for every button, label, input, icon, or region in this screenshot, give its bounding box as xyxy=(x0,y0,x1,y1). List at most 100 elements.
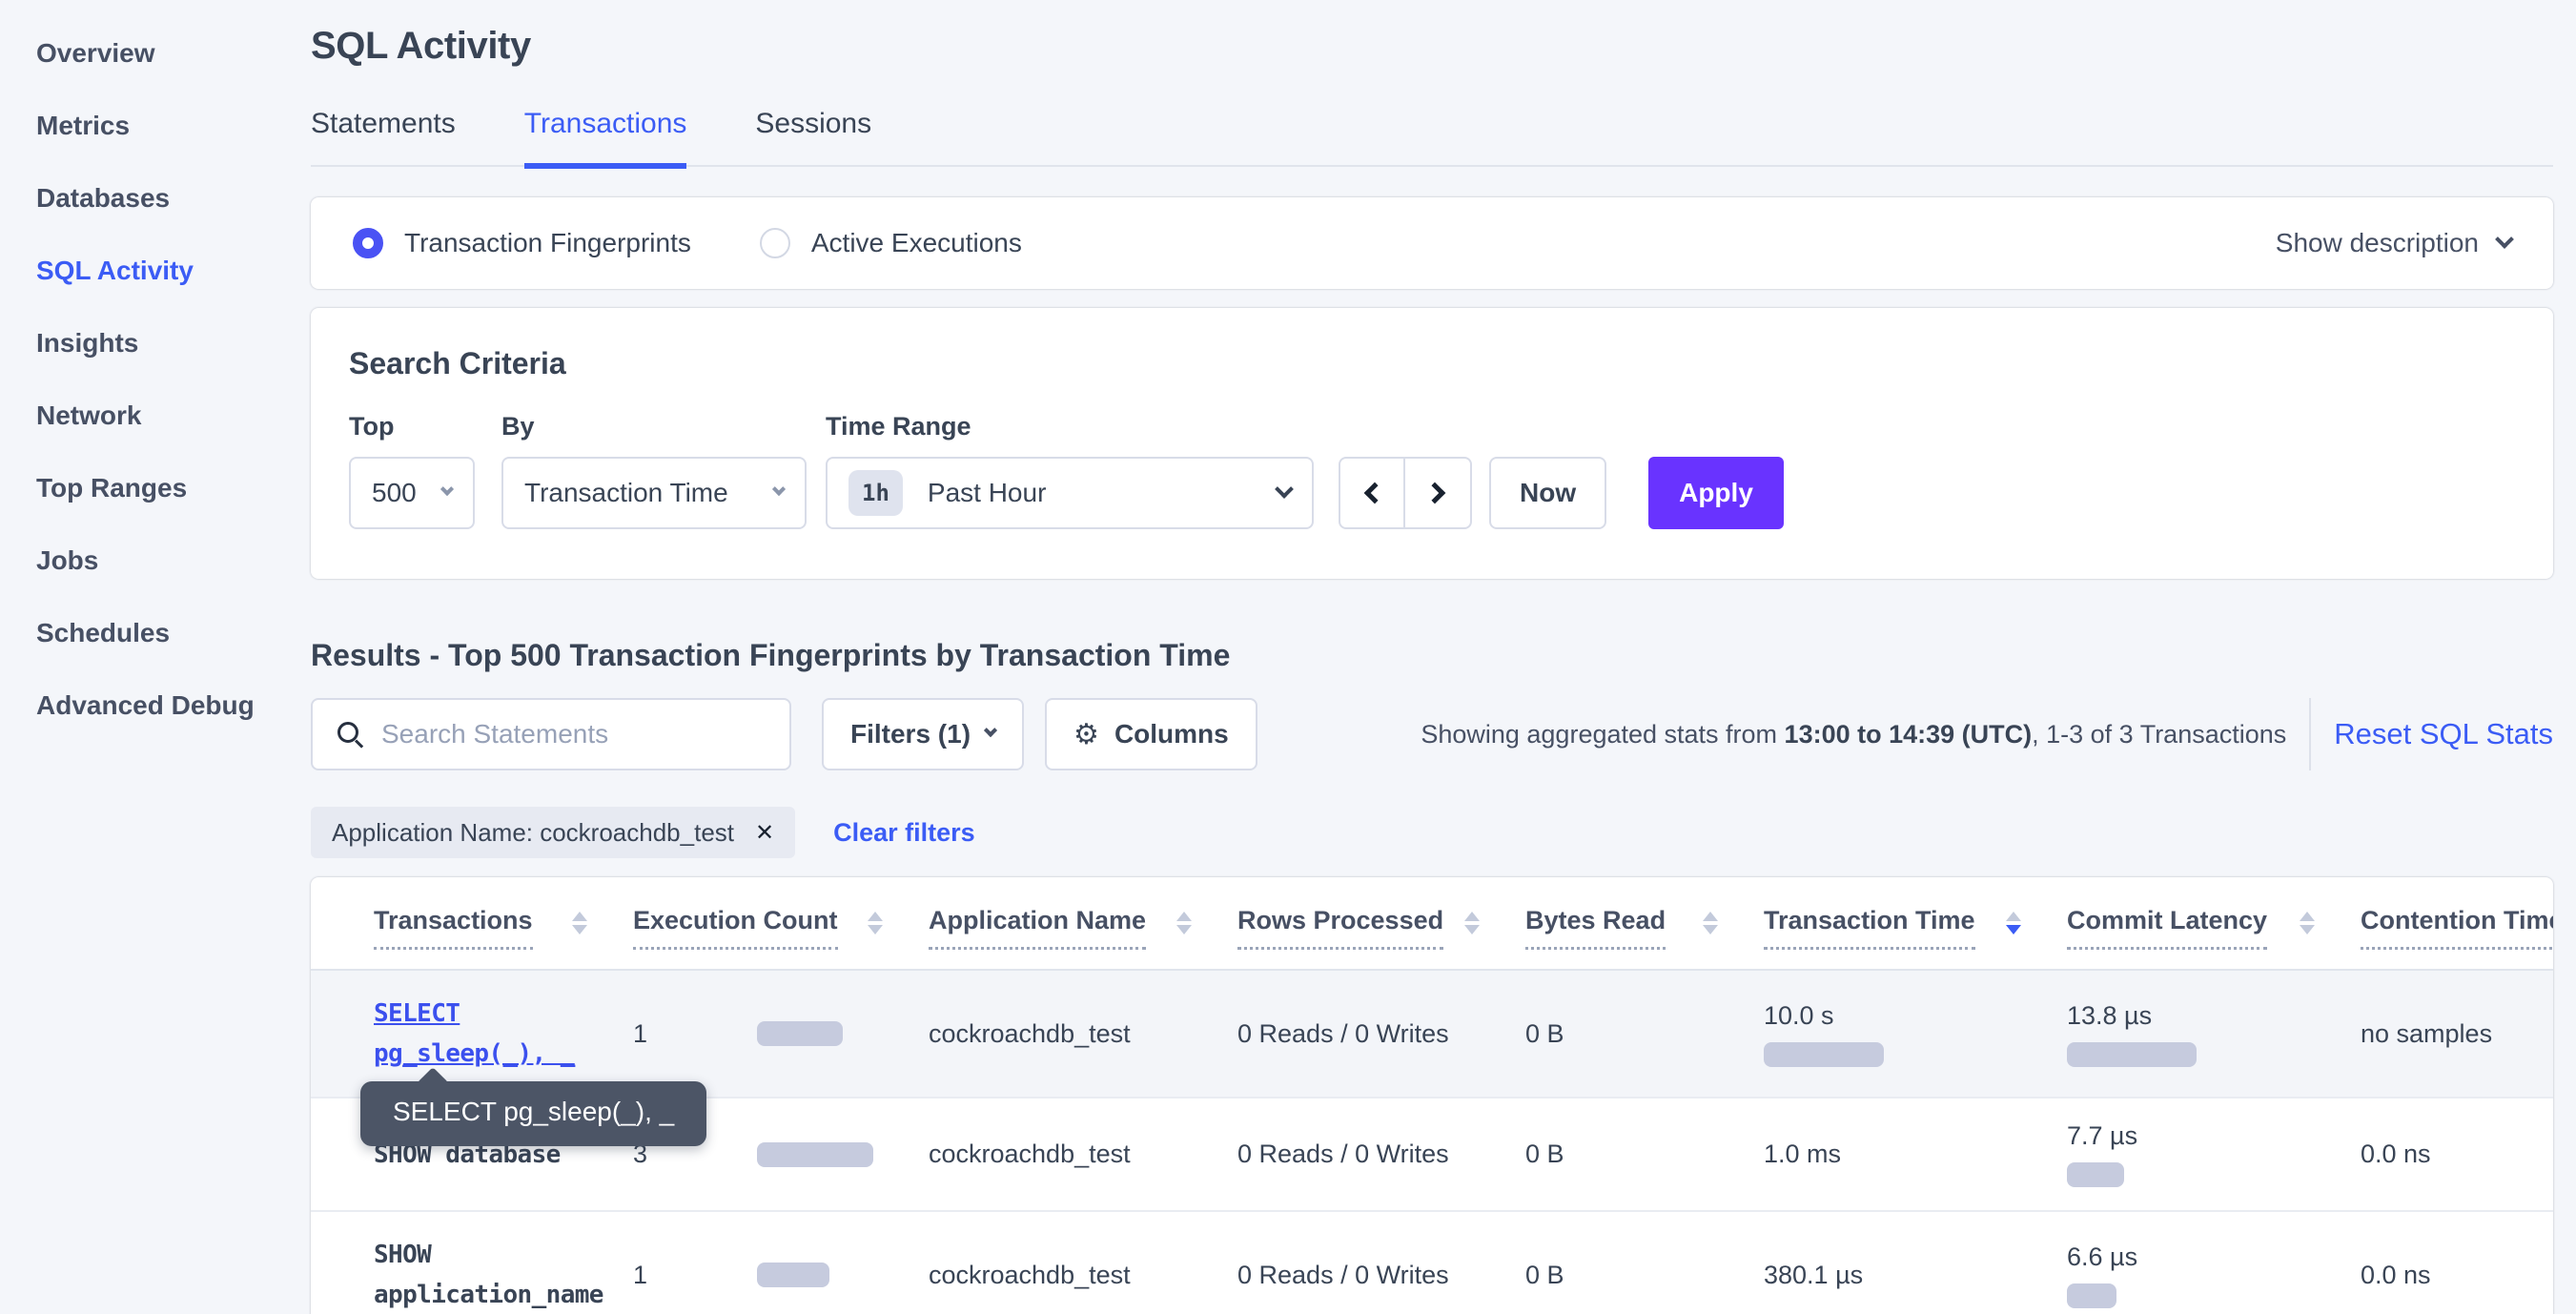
radio-active-executions[interactable]: Active Executions xyxy=(760,228,1022,258)
sidebar: Overview Metrics Databases SQL Activity … xyxy=(0,0,288,1314)
results-toolbar: Filters (1) ⚙ Columns Showing aggregated… xyxy=(311,698,2553,770)
results-heading: Results - Top 500 Transaction Fingerprin… xyxy=(311,638,2553,673)
main-content: SQL Activity Statements Transactions Ses… xyxy=(288,0,2576,1314)
execution-count-cell: 1 xyxy=(633,1261,929,1290)
contention-time-cell: 0.0 ns xyxy=(2361,1261,2553,1290)
search-criteria-card: Search Criteria Top 500 By Transaction T… xyxy=(311,308,2553,579)
column-header-bytes-read[interactable]: Bytes Read xyxy=(1525,906,1764,965)
sort-icon xyxy=(1464,906,1480,934)
execution-count-bar xyxy=(757,1263,829,1287)
search-input[interactable] xyxy=(381,719,767,749)
sql-activity-page: Overview Metrics Databases SQL Activity … xyxy=(0,0,2576,1314)
transaction-fingerprint-link[interactable]: SELECT pg_sleep(_), _ xyxy=(374,994,633,1074)
by-select[interactable]: Transaction Time xyxy=(501,457,807,529)
sidebar-item-jobs[interactable]: Jobs xyxy=(0,524,288,597)
table-header-row: Transactions Execution Count Application… xyxy=(311,877,2553,971)
radio-transaction-fingerprints[interactable]: Transaction Fingerprints xyxy=(353,228,691,258)
sidebar-item-top-ranges[interactable]: Top Ranges xyxy=(0,452,288,524)
sidebar-item-insights[interactable]: Insights xyxy=(0,307,288,380)
chevron-down-icon xyxy=(984,724,997,737)
bytes-read-cell: 0 B xyxy=(1525,1139,1764,1169)
sort-icon xyxy=(1176,906,1192,934)
top-select[interactable]: 500 xyxy=(349,457,475,529)
filter-chip-label: Application Name: cockroachdb_test xyxy=(332,818,734,848)
table-row[interactable]: SHOW application_name 1 cockroachdb_test… xyxy=(311,1212,2553,1314)
application-name-cell: cockroachdb_test xyxy=(929,1139,1237,1169)
time-range-field: Time Range 1h Past Hour xyxy=(826,412,1339,529)
show-description-toggle[interactable]: Show description xyxy=(2276,228,2511,258)
transaction-time-cell: 10.0 s xyxy=(1764,1001,2067,1067)
chevron-left-icon xyxy=(1364,482,1386,504)
tab-transactions[interactable]: Transactions xyxy=(524,108,687,169)
filters-label: Filters (1) xyxy=(850,719,971,749)
vertical-divider xyxy=(2309,698,2311,770)
show-description-label: Show description xyxy=(2276,228,2479,258)
clear-filters-link[interactable]: Clear filters xyxy=(833,818,975,848)
page-title: SQL Activity xyxy=(311,0,2553,68)
search-box[interactable] xyxy=(311,698,791,770)
chevron-right-icon xyxy=(1424,482,1446,504)
sort-desc-icon xyxy=(2006,906,2021,934)
table-row[interactable]: SELECT pg_sleep(_), _ 1 cockroachdb_test… xyxy=(311,971,2553,1098)
commit-latency-bar xyxy=(2067,1042,2197,1067)
sidebar-item-network[interactable]: Network xyxy=(0,380,288,452)
filter-chip-application-name[interactable]: Application Name: cockroachdb_test ✕ xyxy=(311,807,795,858)
column-header-application-name[interactable]: Application Name xyxy=(929,906,1237,965)
column-header-transactions[interactable]: Transactions xyxy=(374,906,633,965)
application-name-cell: cockroachdb_test xyxy=(929,1261,1237,1290)
previous-time-button[interactable] xyxy=(1340,459,1405,527)
columns-button[interactable]: ⚙ Columns xyxy=(1045,698,1257,770)
next-time-button[interactable] xyxy=(1405,459,1470,527)
time-range-select[interactable]: 1h Past Hour xyxy=(826,457,1314,529)
by-field: By Transaction Time xyxy=(501,412,826,529)
aggregated-stats-text: Showing aggregated stats from 13:00 to 1… xyxy=(1421,720,2286,749)
tab-bar: Statements Transactions Sessions xyxy=(311,108,2553,167)
rows-processed-cell: 0 Reads / 0 Writes xyxy=(1237,1139,1525,1169)
column-header-rows-processed[interactable]: Rows Processed xyxy=(1237,906,1525,965)
close-icon[interactable]: ✕ xyxy=(755,819,774,847)
by-label: By xyxy=(501,412,826,441)
filter-chip-row: Application Name: cockroachdb_test ✕ Cle… xyxy=(311,807,2553,858)
time-range-value: Past Hour xyxy=(928,478,1047,508)
tab-sessions[interactable]: Sessions xyxy=(755,108,871,169)
commit-latency-cell: 6.6 µs xyxy=(2067,1242,2361,1308)
column-header-execution-count[interactable]: Execution Count xyxy=(633,906,929,965)
contention-time-cell: no samples xyxy=(2361,1019,2553,1049)
radio-unselected-icon[interactable] xyxy=(760,228,790,258)
sidebar-item-metrics[interactable]: Metrics xyxy=(0,90,288,162)
sidebar-item-databases[interactable]: Databases xyxy=(0,162,288,235)
sidebar-item-advanced-debug[interactable]: Advanced Debug xyxy=(0,669,288,742)
reset-sql-stats-link[interactable]: Reset SQL Stats xyxy=(2334,717,2553,751)
commit-latency-bar xyxy=(2067,1162,2124,1187)
sidebar-item-schedules[interactable]: Schedules xyxy=(0,597,288,669)
search-icon xyxy=(336,720,364,749)
transaction-fingerprint-cell[interactable]: SHOW application_name xyxy=(374,1235,633,1314)
gear-icon: ⚙ xyxy=(1073,718,1099,751)
search-criteria-controls: Top 500 By Transaction Time Time Range xyxy=(349,412,2515,529)
chevron-down-icon xyxy=(2495,230,2514,249)
rows-processed-cell: 0 Reads / 0 Writes xyxy=(1237,1261,1525,1290)
chevron-down-icon xyxy=(772,482,786,496)
apply-button[interactable]: Apply xyxy=(1648,457,1784,529)
transactions-table: Transactions Execution Count Application… xyxy=(311,877,2553,1314)
column-header-transaction-time[interactable]: Transaction Time xyxy=(1764,906,2067,965)
radio-label: Transaction Fingerprints xyxy=(404,228,691,258)
top-field: Top 500 xyxy=(349,412,501,529)
radio-selected-icon[interactable] xyxy=(353,228,383,258)
sort-icon xyxy=(572,906,587,934)
sidebar-item-sql-activity[interactable]: SQL Activity xyxy=(0,235,288,307)
transaction-time-cell: 380.1 µs xyxy=(1764,1261,2067,1290)
commit-latency-cell: 13.8 µs xyxy=(2067,1001,2361,1067)
time-range-label: Time Range xyxy=(826,412,1339,441)
transaction-time-bar xyxy=(1764,1042,1884,1067)
sort-icon xyxy=(1703,906,1718,934)
execution-count-bar xyxy=(757,1021,843,1046)
bytes-read-cell: 0 B xyxy=(1525,1261,1764,1290)
tab-statements[interactable]: Statements xyxy=(311,108,456,169)
sidebar-item-overview[interactable]: Overview xyxy=(0,17,288,90)
column-header-commit-latency[interactable]: Commit Latency xyxy=(2067,906,2361,965)
chevron-down-icon xyxy=(440,482,454,496)
now-button[interactable]: Now xyxy=(1489,457,1606,529)
column-header-contention-time[interactable]: Contention Time xyxy=(2361,906,2553,965)
filters-button[interactable]: Filters (1) xyxy=(822,698,1024,770)
